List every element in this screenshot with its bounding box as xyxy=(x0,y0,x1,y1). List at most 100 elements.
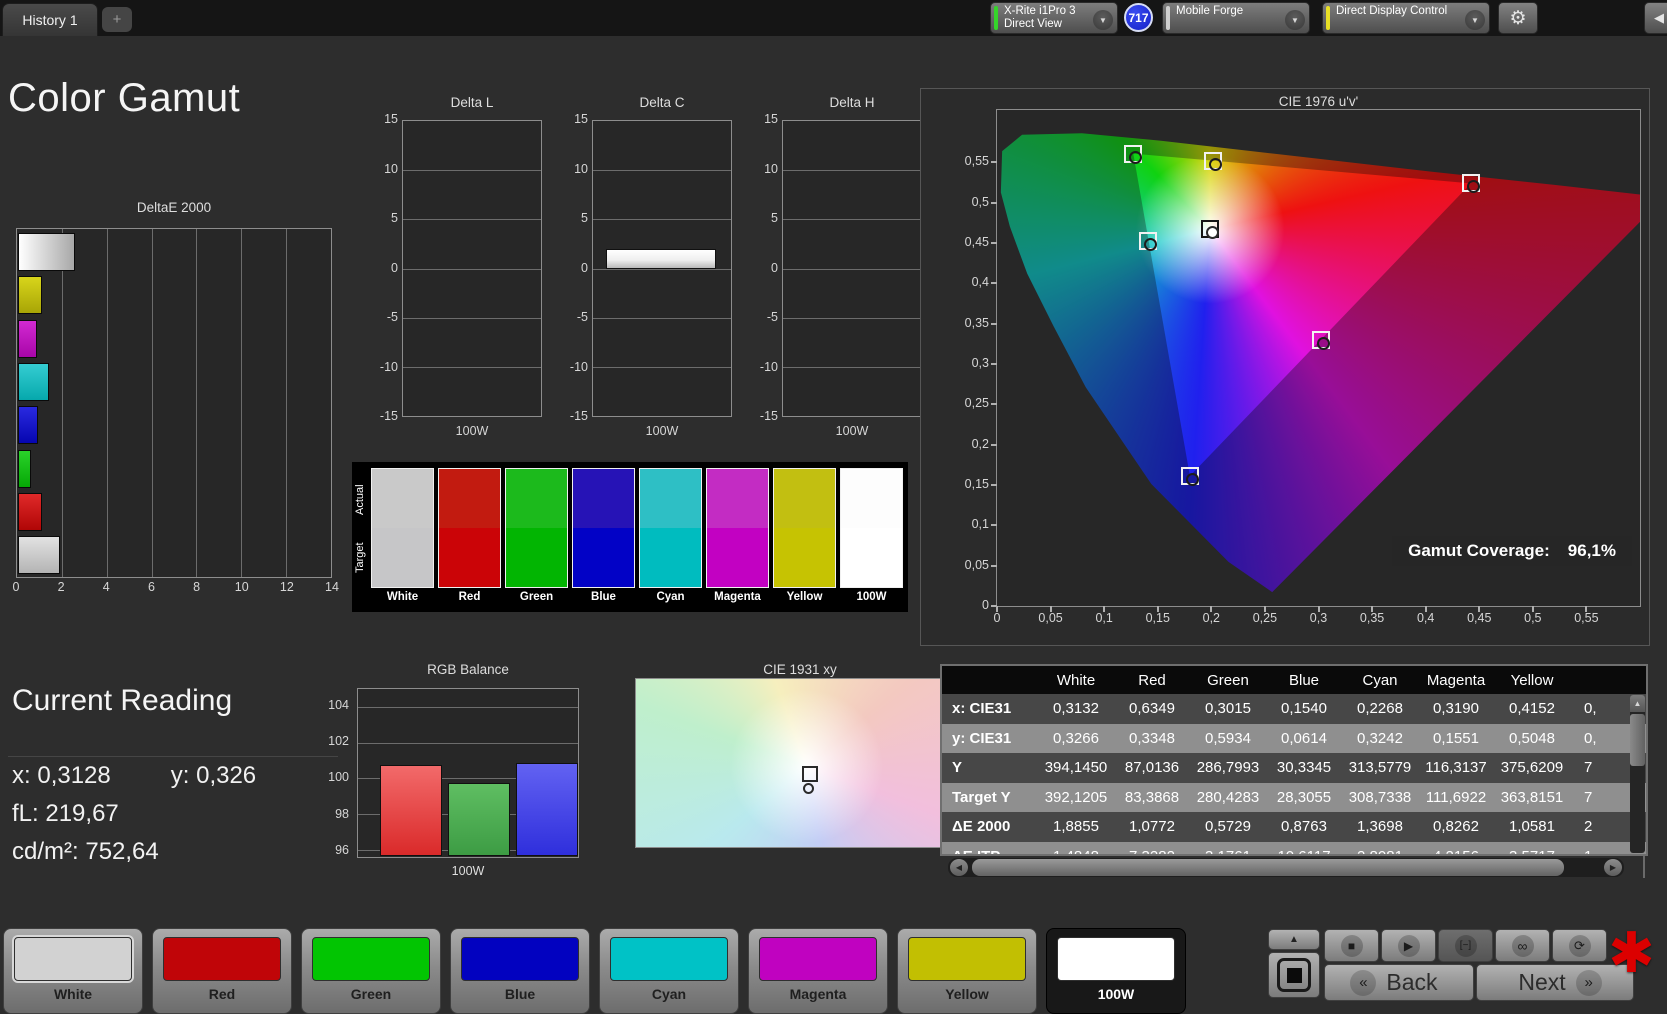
patch-button-green[interactable]: Green xyxy=(301,928,441,1014)
delta-ytick-label: 0 xyxy=(391,260,398,275)
deltae2000-title: DeltaE 2000 xyxy=(136,200,212,215)
patch-button-red[interactable]: Red xyxy=(152,928,292,1014)
patch-swatch xyxy=(610,937,728,981)
patch-label: Red xyxy=(208,986,236,1002)
collapse-panel-button[interactable]: ◀ xyxy=(1644,2,1667,34)
swatch-label: Blue xyxy=(591,591,616,603)
swatch-pair xyxy=(505,468,568,588)
back-button[interactable]: « Back xyxy=(1324,964,1474,1001)
delta-gridline xyxy=(593,366,731,368)
pattern-toggle-button[interactable]: [−] xyxy=(1438,929,1493,962)
add-tab-button[interactable]: + xyxy=(102,7,132,32)
patch-button-yellow[interactable]: Yellow xyxy=(897,928,1037,1014)
swatch-column-100w: 100W xyxy=(840,468,903,609)
scrollbar-end-tick xyxy=(1643,856,1645,878)
delta-ytick-label: 5 xyxy=(771,211,778,225)
patch-button-100w[interactable]: 100W xyxy=(1046,928,1186,1014)
cie-ytick-label: 0,4 xyxy=(971,275,989,290)
measured-dot xyxy=(1466,180,1480,194)
deltae2000-xtick-label: 4 xyxy=(102,580,110,594)
patch-label: Yellow xyxy=(945,986,989,1002)
rgb-yticks: 104 102 100 98 96 xyxy=(311,688,349,858)
swatch-column-magenta: Magenta xyxy=(706,468,769,609)
table-cell: 394,1450 xyxy=(1044,759,1108,777)
table-horizontal-scrollbar[interactable]: ◀ ▶ xyxy=(948,858,1624,877)
play-button[interactable]: ▶ xyxy=(1381,929,1436,962)
table-row-label: Target Y xyxy=(952,788,1011,806)
meter-status-accent xyxy=(994,6,998,30)
actual-swatch xyxy=(774,469,835,528)
patch-button-white[interactable]: White xyxy=(3,928,143,1014)
rgb-xlabel: 100W xyxy=(451,864,485,878)
swatch-label: Green xyxy=(519,591,554,603)
delta-ytick-label: -15 xyxy=(759,409,778,423)
table-cell: 10,6117 xyxy=(1266,848,1342,854)
vertical-scroll-thumb[interactable] xyxy=(1630,714,1645,766)
workflow-dropdown[interactable]: Direct Display Control ▼ xyxy=(1322,2,1490,34)
y-label: y: xyxy=(170,762,190,789)
actual-swatch xyxy=(372,469,433,528)
patch-button-magenta[interactable]: Magenta xyxy=(748,928,888,1014)
patch-swatch xyxy=(14,937,132,981)
next-chevrons-icon: » xyxy=(1575,969,1602,996)
deltae2000-xtick-label: 8 xyxy=(193,580,201,594)
meter-label: X-Rite i1Pro 3 Direct View xyxy=(1004,5,1076,30)
cie-marker-cyan xyxy=(1139,231,1158,251)
single-measure-button[interactable]: ⟳ xyxy=(1552,929,1607,962)
swatch-label: Red xyxy=(458,591,481,603)
scroll-up-button[interactable]: ▲ xyxy=(1630,695,1645,712)
scroll-right-button[interactable]: ▶ xyxy=(1604,859,1622,876)
continuous-measure-button[interactable]: ∞ xyxy=(1495,929,1550,962)
table-cell: 308,7338 xyxy=(1348,788,1412,806)
table-row-label: Y xyxy=(952,759,963,777)
actual-target-strip: Actual Target White Red Green Blue Cyan Magen… xyxy=(352,462,908,612)
cie-xtick-mark xyxy=(996,606,998,612)
page-title: Color Gamut xyxy=(8,76,241,120)
delta-ytick-label: 10 xyxy=(574,161,588,176)
table-cell: 1,4848 xyxy=(1038,848,1114,854)
delta-panel-plot xyxy=(402,120,542,417)
stop-button[interactable]: ■ xyxy=(1324,929,1379,962)
delta-xlabel: 100W xyxy=(455,424,489,438)
cie-ytick-mark xyxy=(991,363,997,366)
fl-label: fL: xyxy=(12,800,39,827)
settings-button[interactable]: ⚙ xyxy=(1498,2,1538,34)
table-header-cell: Blue xyxy=(1288,671,1320,689)
deltae2000-xtick-label: 12 xyxy=(279,580,294,594)
patch-swatch xyxy=(759,937,877,981)
deltae2000-xtick-label: 6 xyxy=(147,580,155,594)
actual-swatch xyxy=(506,469,567,528)
swatch-column-white: White xyxy=(371,468,434,609)
deltae2000-gridline xyxy=(196,229,198,577)
meter-dropdown[interactable]: X-Rite i1Pro 3 Direct View ▼ xyxy=(990,2,1118,34)
cie-xtick-mark xyxy=(1424,606,1427,612)
table-cell: 0,3190 xyxy=(1433,700,1479,718)
table-cell: 1,0581 xyxy=(1509,818,1555,836)
patch-button-cyan[interactable]: Cyan xyxy=(599,928,739,1014)
measured-dot xyxy=(1144,237,1158,251)
back-chevrons-icon: « xyxy=(1350,969,1377,996)
target-swatch xyxy=(640,528,701,587)
table-cell: 28,3055 xyxy=(1276,788,1332,806)
table-cell: 7,3282 xyxy=(1114,848,1190,854)
pattern-window-button[interactable] xyxy=(1268,952,1320,998)
scroll-left-button[interactable]: ◀ xyxy=(950,859,968,876)
deltae-bar-100w xyxy=(18,233,75,271)
pattern-size-up-button[interactable]: ▲ xyxy=(1268,929,1320,950)
table-vertical-scrollbar[interactable]: ▲ xyxy=(1630,695,1645,853)
table-cell: 87,0136 xyxy=(1124,759,1180,777)
source-dropdown[interactable]: Mobile Forge ▼ xyxy=(1162,2,1310,34)
measured-dot xyxy=(1209,157,1223,171)
swatch-columns: White Red Green Blue Cyan Magenta Yellow 100W xyxy=(371,468,903,609)
up-arrow-icon: ▲ xyxy=(1289,934,1299,945)
table-cell: 0,8262 xyxy=(1433,818,1479,836)
patch-button-blue[interactable]: Blue xyxy=(450,928,590,1014)
table-cell: 4,2156 xyxy=(1418,848,1494,854)
tab-history-1[interactable]: History 1 xyxy=(2,3,98,36)
delta-ytick-label: 10 xyxy=(384,161,398,176)
meter-count-badge[interactable]: 717 xyxy=(1124,3,1153,32)
delta-ytick-label: -10 xyxy=(379,359,398,374)
table-cell: 83,3868 xyxy=(1124,788,1180,806)
target-swatch xyxy=(774,528,835,587)
horizontal-scroll-thumb[interactable] xyxy=(972,859,1564,876)
